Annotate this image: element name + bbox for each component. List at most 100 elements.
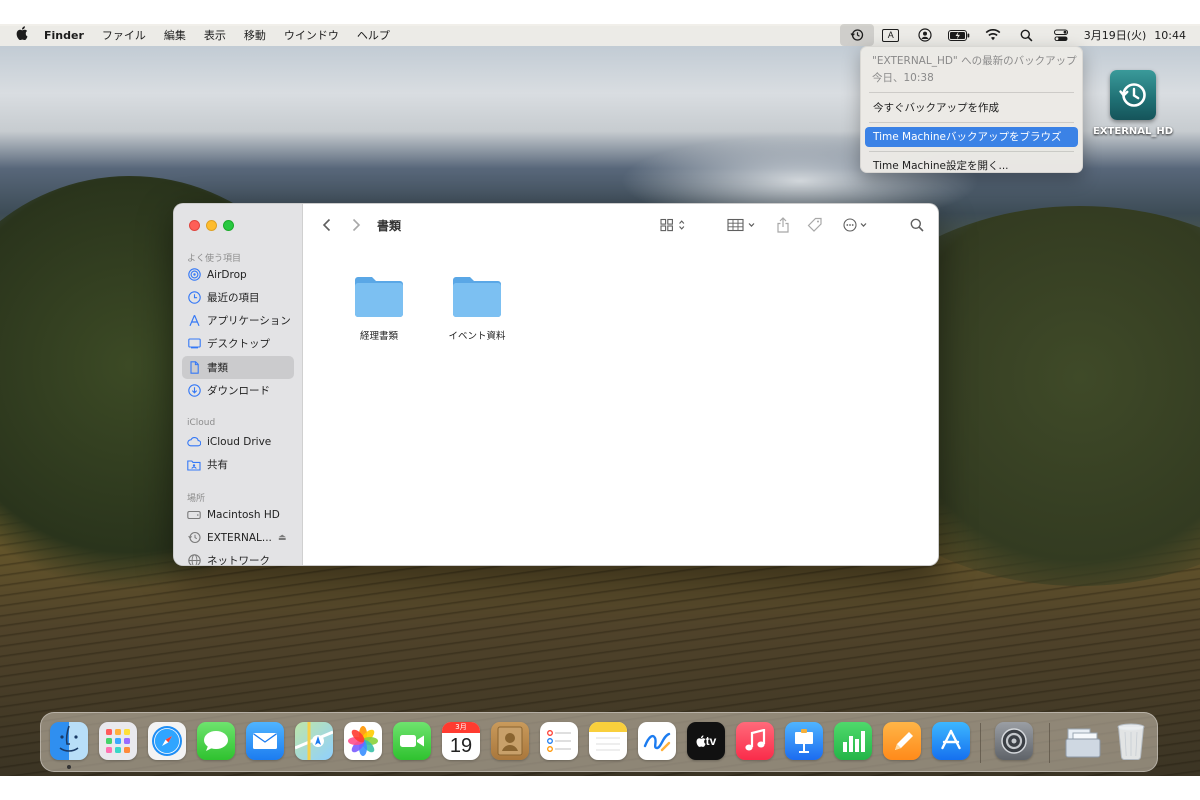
dock-numbers-icon[interactable] (834, 722, 872, 760)
back-button[interactable] (318, 215, 334, 235)
desktop-drive-icon[interactable]: EXTERNAL_HD (1093, 70, 1173, 137)
eject-icon[interactable]: ⏏ (278, 533, 287, 543)
sidebar-item-macintosh-hd[interactable]: Macintosh HD (182, 503, 294, 526)
dock-apple-tv-icon[interactable]: tv (687, 722, 725, 760)
search-icon[interactable] (907, 215, 927, 235)
sidebar-item-label: Macintosh HD (207, 508, 280, 521)
sidebar-item-documents[interactable]: 書類 (182, 356, 294, 379)
screen-bottom-margin (0, 776, 1200, 800)
menu-app-name[interactable]: Finder (44, 29, 84, 42)
more-actions-button[interactable] (842, 215, 872, 235)
tag-icon[interactable] (806, 215, 824, 235)
sidebar-item-desktop[interactable]: デスクトップ (182, 332, 294, 355)
window-title: 書類 (377, 219, 402, 233)
dock: 3月 19 tv (40, 712, 1158, 772)
sidebar-item-label: ネットワーク (207, 555, 270, 566)
sidebar-item-shared[interactable]: 共有 (182, 453, 294, 476)
cloud-icon (187, 435, 201, 449)
window-minimize-button[interactable] (206, 220, 217, 231)
folder-name: イベント資料 (448, 331, 506, 342)
sidebar-item-applications[interactable]: アプリケーション (182, 309, 294, 332)
apple-logo-icon (696, 735, 706, 747)
forward-button[interactable] (348, 215, 364, 235)
sidebar-item-airdrop[interactable]: AirDrop (182, 263, 294, 286)
sidebar-item-recents[interactable]: 最近の項目 (182, 286, 294, 309)
airdrop-icon (187, 268, 201, 282)
tm-menu-separator (869, 92, 1074, 93)
dock-trash-icon[interactable] (1112, 722, 1150, 760)
sidebar-item-label: iCloud Drive (207, 435, 272, 448)
dock-messages-icon[interactable] (197, 722, 235, 760)
dock-contacts-icon[interactable] (491, 722, 529, 760)
dock-mail-icon[interactable] (246, 722, 284, 760)
dock-app-store-icon[interactable] (932, 722, 970, 760)
clock-icon (187, 291, 201, 305)
tm-open-settings-item[interactable]: Time Machine設定を開く... (865, 156, 1078, 176)
dock-reminders-icon[interactable] (540, 722, 578, 760)
sidebar-item-icloud-drive[interactable]: iCloud Drive (182, 430, 294, 453)
folder-icon (453, 277, 501, 317)
tm-backup-now-item[interactable]: 今すぐバックアップを作成 (865, 98, 1078, 118)
dock-facetime-icon[interactable] (393, 722, 431, 760)
dock-launchpad-icon[interactable] (99, 722, 137, 760)
dock-photos-icon[interactable] (344, 722, 382, 760)
menu-help[interactable]: ヘルプ (357, 27, 390, 43)
desktop-monitor-icon (187, 337, 201, 351)
sidebar-item-label: 共有 (207, 459, 228, 471)
dock-downloads-stack-icon[interactable] (1064, 722, 1102, 760)
user-account-icon[interactable] (908, 24, 942, 46)
finder-content-area: 書類 経理書類 イベント資料 (304, 204, 938, 565)
sidebar-item-network[interactable]: ネットワーク (182, 549, 294, 566)
tm-menu-separator (869, 151, 1074, 152)
menu-view[interactable]: 表示 (204, 27, 226, 43)
tm-browse-backups-item[interactable]: Time Machineバックアップをブラウズ (865, 127, 1078, 147)
folder-item[interactable]: イベント資料 (427, 274, 527, 342)
dock-separator (1049, 723, 1050, 763)
window-zoom-button[interactable] (223, 220, 234, 231)
apple-menu-icon[interactable] (0, 26, 44, 44)
menu-window[interactable]: ウインドウ (284, 27, 339, 43)
time-machine-disk-icon (1110, 70, 1156, 120)
dock-keynote-icon[interactable] (785, 722, 823, 760)
apple-tv-label: tv (705, 734, 717, 748)
tm-menu-header: "EXTERNAL_HD" への最新のバックアップ (872, 55, 1077, 67)
dock-finder-icon[interactable] (50, 722, 88, 760)
menu-edit[interactable]: 編集 (164, 27, 186, 43)
download-icon (187, 384, 201, 398)
folder-icon (355, 277, 403, 317)
menu-go[interactable]: 移動 (244, 27, 266, 43)
menu-bar-date[interactable]: 3月19日(火) (1084, 27, 1147, 43)
dock-freeform-icon[interactable] (638, 722, 676, 760)
time-machine-status-icon[interactable] (839, 24, 874, 46)
menu-bar-time[interactable]: 10:44 (1154, 29, 1186, 42)
dock-pages-icon[interactable] (883, 722, 921, 760)
dock-notes-icon[interactable] (589, 722, 627, 760)
view-mode-button[interactable] (658, 215, 692, 235)
finder-running-indicator (67, 765, 71, 769)
dock-system-settings-icon[interactable] (995, 722, 1033, 760)
battery-icon[interactable] (942, 24, 976, 46)
dock-safari-icon[interactable] (148, 722, 186, 760)
dock-calendar-icon[interactable]: 3月 19 (442, 722, 480, 760)
share-icon[interactable] (774, 215, 792, 235)
dock-separator (980, 723, 981, 763)
wifi-icon[interactable] (976, 24, 1010, 46)
sidebar-item-label: 書類 (207, 362, 228, 374)
spotlight-search-icon[interactable] (1010, 24, 1044, 46)
folder-item[interactable]: 経理書類 (329, 274, 429, 342)
sidebar-item-downloads[interactable]: ダウンロード (182, 379, 294, 402)
sidebar-item-label: EXTERNAL... (207, 531, 272, 544)
window-close-button[interactable] (189, 220, 200, 231)
menu-bar-status: A 3月19日(火) 10:44 (839, 24, 1200, 46)
time-machine-drive-icon (187, 531, 201, 545)
sidebar-item-external-hd[interactable]: EXTERNAL... ⏏ (182, 526, 294, 549)
dock-music-icon[interactable] (736, 722, 774, 760)
control-center-icon[interactable] (1044, 24, 1078, 46)
group-by-button[interactable] (726, 215, 760, 235)
sidebar-item-label: デスクトップ (207, 338, 270, 350)
menu-file[interactable]: ファイル (102, 27, 146, 43)
calendar-month: 3月 (442, 722, 480, 733)
calendar-day: 19 (449, 735, 473, 757)
dock-maps-icon[interactable] (295, 722, 333, 760)
input-source-icon[interactable]: A (874, 24, 908, 46)
